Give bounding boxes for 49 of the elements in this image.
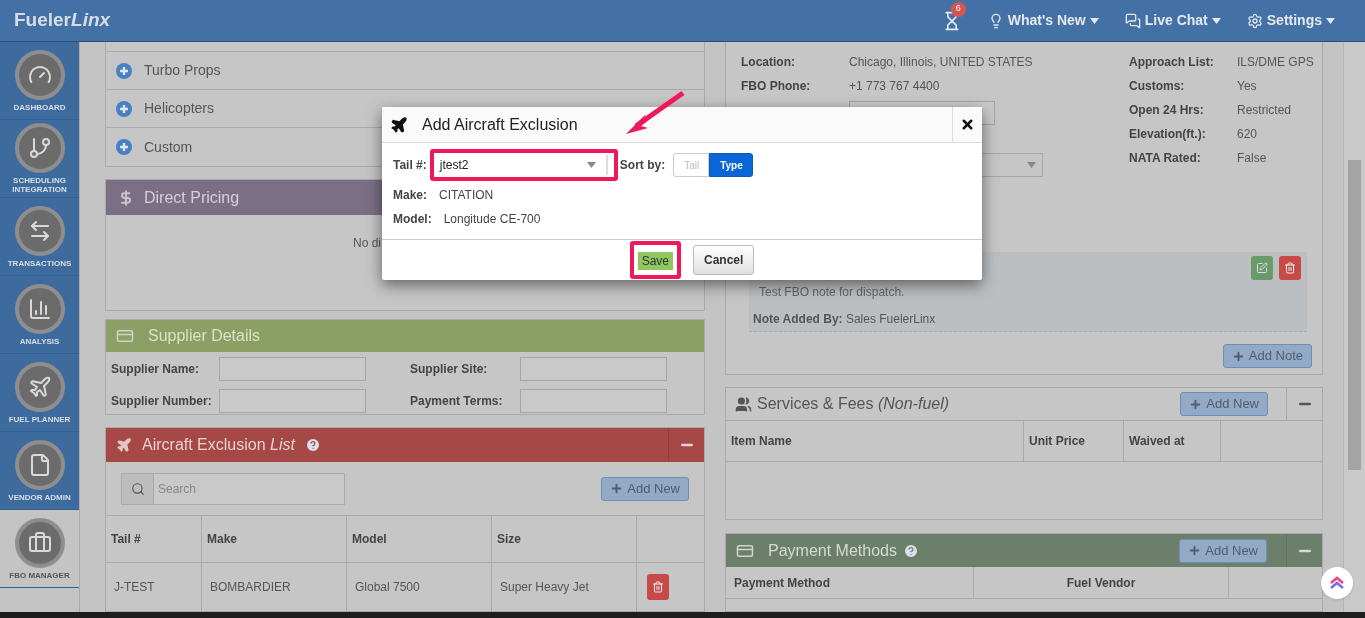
column-header: Payment Method (726, 567, 974, 599)
info-value: 620 (1237, 126, 1259, 143)
note-text: Test FBO note for dispatch. (759, 285, 905, 299)
column-header: Tail # (106, 516, 202, 563)
info-label: Elevation(ft.): (1129, 126, 1207, 143)
info-value: Restricted (1237, 102, 1293, 119)
field-label: Model: (393, 211, 432, 228)
info-value: False (1237, 150, 1268, 167)
search-placeholder: Search (157, 480, 198, 498)
info-value: Chicago, Illinois, UNITED STATES (849, 54, 1034, 71)
logo: FuelerLinx (14, 8, 111, 33)
field-label: Payment Terms: (410, 392, 504, 410)
column-header: Unit Price (1024, 421, 1124, 462)
column-header: Item Name (726, 421, 1024, 462)
panel-title: Services & Fees (Non-fuel) (757, 394, 950, 414)
table-cell: Global 7500 (347, 563, 492, 611)
field-label: Tail #: (393, 157, 427, 174)
panel-title: Aircraft Exclusion List (142, 435, 295, 455)
field-label: Supplier Number: (111, 392, 213, 410)
info-value: +1 773 767 4400 (849, 78, 941, 95)
field-label: Supplier Name: (111, 360, 201, 378)
field-label: Supplier Site: (410, 360, 489, 378)
table-cell: BOMBARDIER (202, 563, 347, 611)
field-value: CITATION (439, 187, 494, 204)
panel-title: Supplier Details (148, 325, 261, 346)
field-label: Sort by: (619, 157, 666, 174)
empty-message: No di (353, 236, 381, 250)
column-header: Fuel Vendor (974, 567, 1229, 599)
modal-title: Add Aircraft Exclusion (422, 114, 578, 135)
info-label: Location: (741, 54, 796, 71)
notification-badge: 6 (950, 1, 966, 17)
column-header: Model (347, 516, 492, 563)
info-label: Open 24 Hrs: (1129, 102, 1205, 119)
info-label: NATA Rated: (1129, 150, 1202, 167)
field-label: Make: (393, 187, 427, 204)
table-cell: J-TEST (106, 563, 202, 611)
info-label: Approach List: (1129, 54, 1215, 71)
column-header: Size (492, 516, 637, 563)
column-header: Make (202, 516, 347, 563)
column-header: Waived at (1124, 421, 1221, 462)
info-value: ILS/DME GPS (1237, 54, 1315, 71)
note-author: Note Added By: Sales FuelerLinx (753, 312, 936, 326)
info-label: FBO Phone: (741, 78, 812, 95)
info-label: Customs: (1129, 78, 1186, 95)
table-cell: Super Heavy Jet (492, 563, 637, 611)
field-value: Longitude CE-700 (443, 211, 541, 228)
info-value: Yes (1237, 78, 1258, 95)
panel-title: Direct Pricing (144, 187, 240, 208)
panel-title: Payment Methods (768, 540, 897, 561)
